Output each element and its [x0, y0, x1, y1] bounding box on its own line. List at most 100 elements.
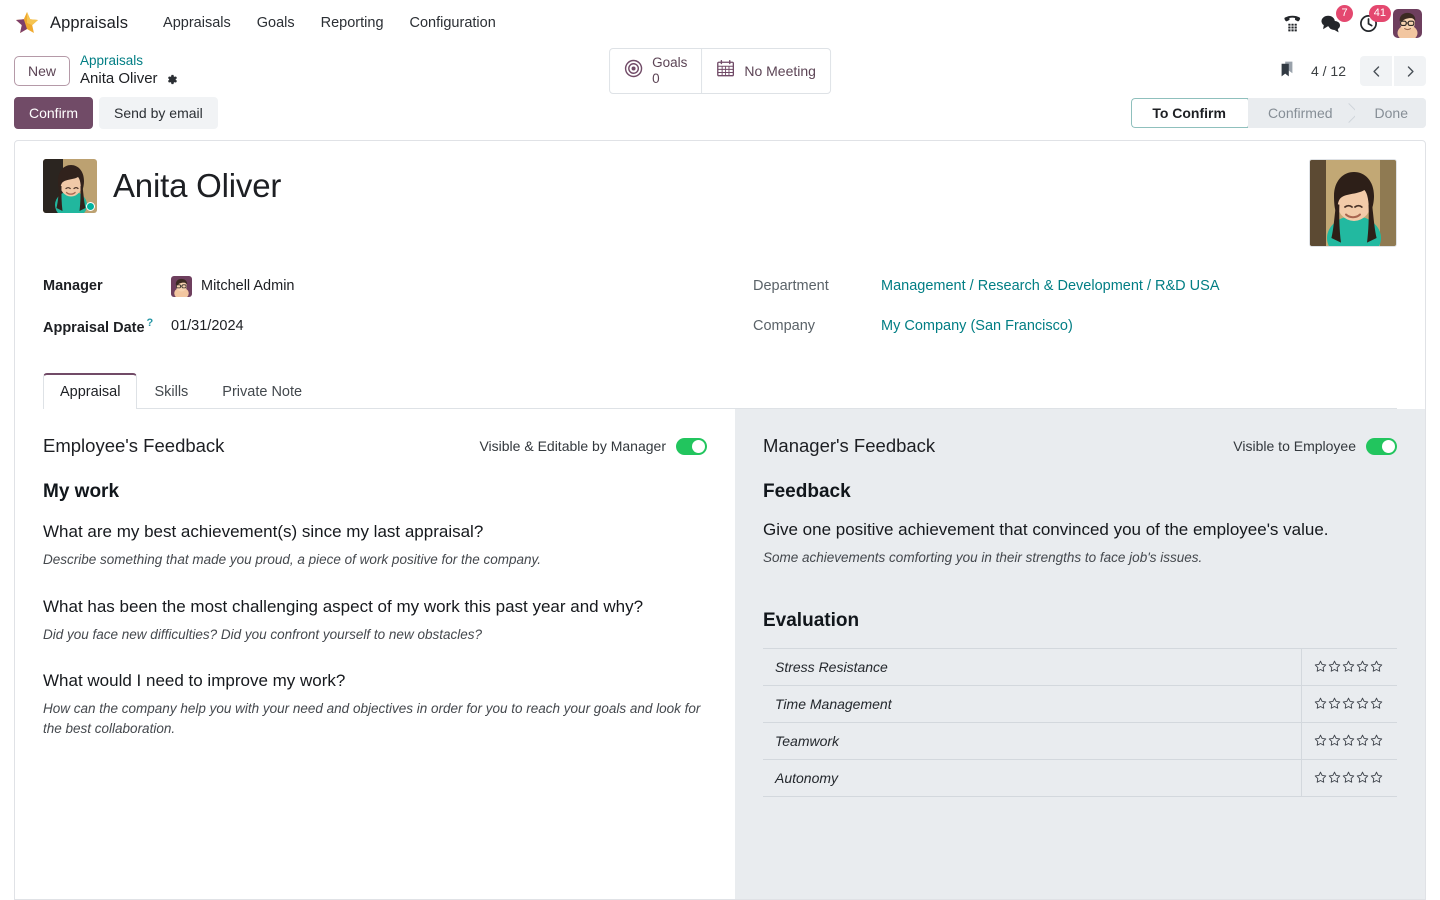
- breadcrumb-area: New Appraisals Anita Oliver: [14, 53, 178, 89]
- stat-goals-label: Goals: [652, 55, 687, 71]
- stat-meeting-label: No Meeting: [744, 63, 816, 79]
- evaluation-criterion: Time Management: [763, 685, 1301, 722]
- page-title[interactable]: Anita Oliver: [113, 168, 281, 204]
- employee-question-2-hint: Did you face new difficulties? Did you c…: [43, 625, 707, 645]
- employee-photo[interactable]: [1309, 159, 1397, 247]
- evaluation-rating[interactable]: [1301, 685, 1397, 722]
- menu-item-configuration[interactable]: Configuration: [397, 9, 509, 37]
- employee-question-3-text: What would I need to improve my work?: [43, 670, 707, 692]
- chevron-right-icon[interactable]: [1394, 56, 1426, 86]
- field-appraisal-date-value[interactable]: 01/31/2024: [171, 318, 244, 334]
- tab-skills[interactable]: Skills: [137, 373, 205, 409]
- employee-question-2: What has been the most challenging aspec…: [43, 596, 707, 645]
- tab-private-note[interactable]: Private Note: [205, 373, 319, 409]
- calendar-icon: [716, 59, 735, 83]
- bookmark-icon[interactable]: [1277, 59, 1297, 84]
- gear-icon[interactable]: [165, 73, 178, 86]
- breadcrumb-current: Anita Oliver: [80, 70, 178, 89]
- status-bar: To Confirm Confirmed Done: [1131, 98, 1426, 128]
- employee-question-3: What would I need to improve my work? Ho…: [43, 670, 707, 738]
- pager-area: 4 / 12: [1277, 56, 1426, 86]
- employee-question-1-hint: Describe something that made you proud, …: [43, 550, 707, 570]
- chevron-left-icon[interactable]: [1360, 56, 1392, 86]
- table-row: Teamwork: [763, 722, 1397, 759]
- confirm-button[interactable]: Confirm: [14, 97, 93, 130]
- evaluation-criterion: Autonomy: [763, 759, 1301, 796]
- stat-button-meeting[interactable]: No Meeting: [701, 49, 830, 92]
- sheet-wrapper: Anita Oliver: [0, 140, 1440, 900]
- manager-feedback-header: Manager's Feedback Visible to Employee: [763, 435, 1397, 457]
- star-rating-icon[interactable]: [1314, 697, 1386, 710]
- field-department-label: Department: [753, 278, 881, 294]
- manager-feedback-pane: Manager's Feedback Visible to Employee F…: [735, 409, 1425, 899]
- manager-question-1-hint: Some achievements comforting you in thei…: [763, 548, 1397, 568]
- navbar-systray: 7 41: [1279, 9, 1426, 38]
- employee-question-1: What are my best achievement(s) since my…: [43, 521, 707, 570]
- fields-column-right: Department Management / Research & Devel…: [735, 269, 1397, 349]
- toggle-knob: [692, 440, 705, 453]
- notebook-tabs: Appraisal Skills Private Note: [43, 373, 1397, 409]
- tab-appraisal[interactable]: Appraisal: [43, 373, 137, 409]
- stage-to-confirm[interactable]: To Confirm: [1131, 98, 1248, 128]
- evaluation-rating[interactable]: [1301, 759, 1397, 796]
- send-by-email-button[interactable]: Send by email: [99, 97, 218, 130]
- help-tooltip-icon[interactable]: ?: [147, 317, 154, 329]
- new-record-button[interactable]: New: [14, 56, 70, 87]
- star-rating-icon[interactable]: [1314, 771, 1386, 784]
- menu-item-reporting[interactable]: Reporting: [308, 9, 397, 37]
- feedback-panes: Employee's Feedback Visible & Editable b…: [15, 409, 1425, 899]
- evaluation-title: Evaluation: [763, 610, 1397, 632]
- messages-badge: 7: [1336, 5, 1353, 22]
- stat-goals-text: Goals 0: [652, 55, 687, 86]
- field-department-value[interactable]: Management / Research & Development / R&…: [881, 278, 1219, 294]
- employee-visibility-toggle[interactable]: [676, 438, 707, 455]
- top-navbar: Appraisals Appraisals Goals Reporting Co…: [0, 0, 1440, 46]
- field-company-value[interactable]: My Company (San Francisco): [881, 318, 1073, 334]
- messages-icon[interactable]: 7: [1317, 10, 1343, 36]
- menu-item-appraisals[interactable]: Appraisals: [150, 9, 244, 37]
- evaluation-criterion: Stress Resistance: [763, 648, 1301, 685]
- field-appraisal-date-label: Appraisal Date?: [43, 317, 171, 336]
- record-sheet: Anita Oliver: [14, 140, 1426, 900]
- field-appraisal-date-label-text: Appraisal Date: [43, 319, 145, 335]
- stat-goals-value: 0: [652, 71, 687, 87]
- stage-done[interactable]: Done: [1355, 98, 1426, 128]
- employee-question-3-hint: How can the company help you with your n…: [43, 699, 707, 738]
- control-panel: New Appraisals Anita Oliver: [0, 46, 1440, 96]
- breadcrumb-parent-link[interactable]: Appraisals: [80, 53, 178, 70]
- breadcrumb: Appraisals Anita Oliver: [80, 53, 178, 89]
- user-avatar[interactable]: [1393, 9, 1422, 38]
- online-status-dot: [86, 202, 95, 211]
- fields-column-left: Manager: [43, 269, 705, 349]
- bullseye-icon: [624, 59, 643, 83]
- avatar[interactable]: [43, 159, 97, 213]
- menu-item-goals[interactable]: Goals: [244, 9, 308, 37]
- field-manager-value[interactable]: Mitchell Admin: [171, 276, 294, 297]
- star-rating-icon[interactable]: [1314, 660, 1386, 673]
- action-bar: Confirm Send by email To Confirm Confirm…: [0, 96, 1440, 140]
- pager-counter[interactable]: 4 / 12: [1311, 63, 1346, 79]
- manager-visibility-label: Visible to Employee: [1233, 438, 1356, 454]
- phone-dialpad-icon[interactable]: [1279, 10, 1305, 36]
- stat-button-goals[interactable]: Goals 0: [610, 49, 701, 92]
- app-brand[interactable]: Appraisals: [14, 10, 150, 36]
- star-rating-icon[interactable]: [1314, 734, 1386, 747]
- record-fields: Manager: [43, 269, 1397, 349]
- field-company-label: Company: [753, 318, 881, 334]
- manager-visibility-toggle[interactable]: [1366, 438, 1397, 455]
- main-menu: Appraisals Goals Reporting Configuration: [150, 9, 509, 37]
- evaluation-table: Stress Resistance: [763, 648, 1397, 797]
- evaluation-rating[interactable]: [1301, 722, 1397, 759]
- evaluation-rating[interactable]: [1301, 648, 1397, 685]
- field-company: Company My Company (San Francisco): [753, 309, 1397, 343]
- activities-clock-icon[interactable]: 41: [1355, 10, 1381, 36]
- field-department: Department Management / Research & Devel…: [753, 269, 1397, 303]
- activities-badge: 41: [1369, 5, 1391, 22]
- manager-question-1-text: Give one positive achievement that convi…: [763, 519, 1397, 541]
- employee-question-1-text: What are my best achievement(s) since my…: [43, 521, 707, 543]
- title-left-group: Anita Oliver: [43, 159, 281, 213]
- field-manager-text: Mitchell Admin: [201, 278, 294, 294]
- employee-feedback-header: Employee's Feedback Visible & Editable b…: [43, 435, 707, 457]
- stage-confirmed[interactable]: Confirmed: [1248, 98, 1355, 128]
- evaluation-criterion: Teamwork: [763, 722, 1301, 759]
